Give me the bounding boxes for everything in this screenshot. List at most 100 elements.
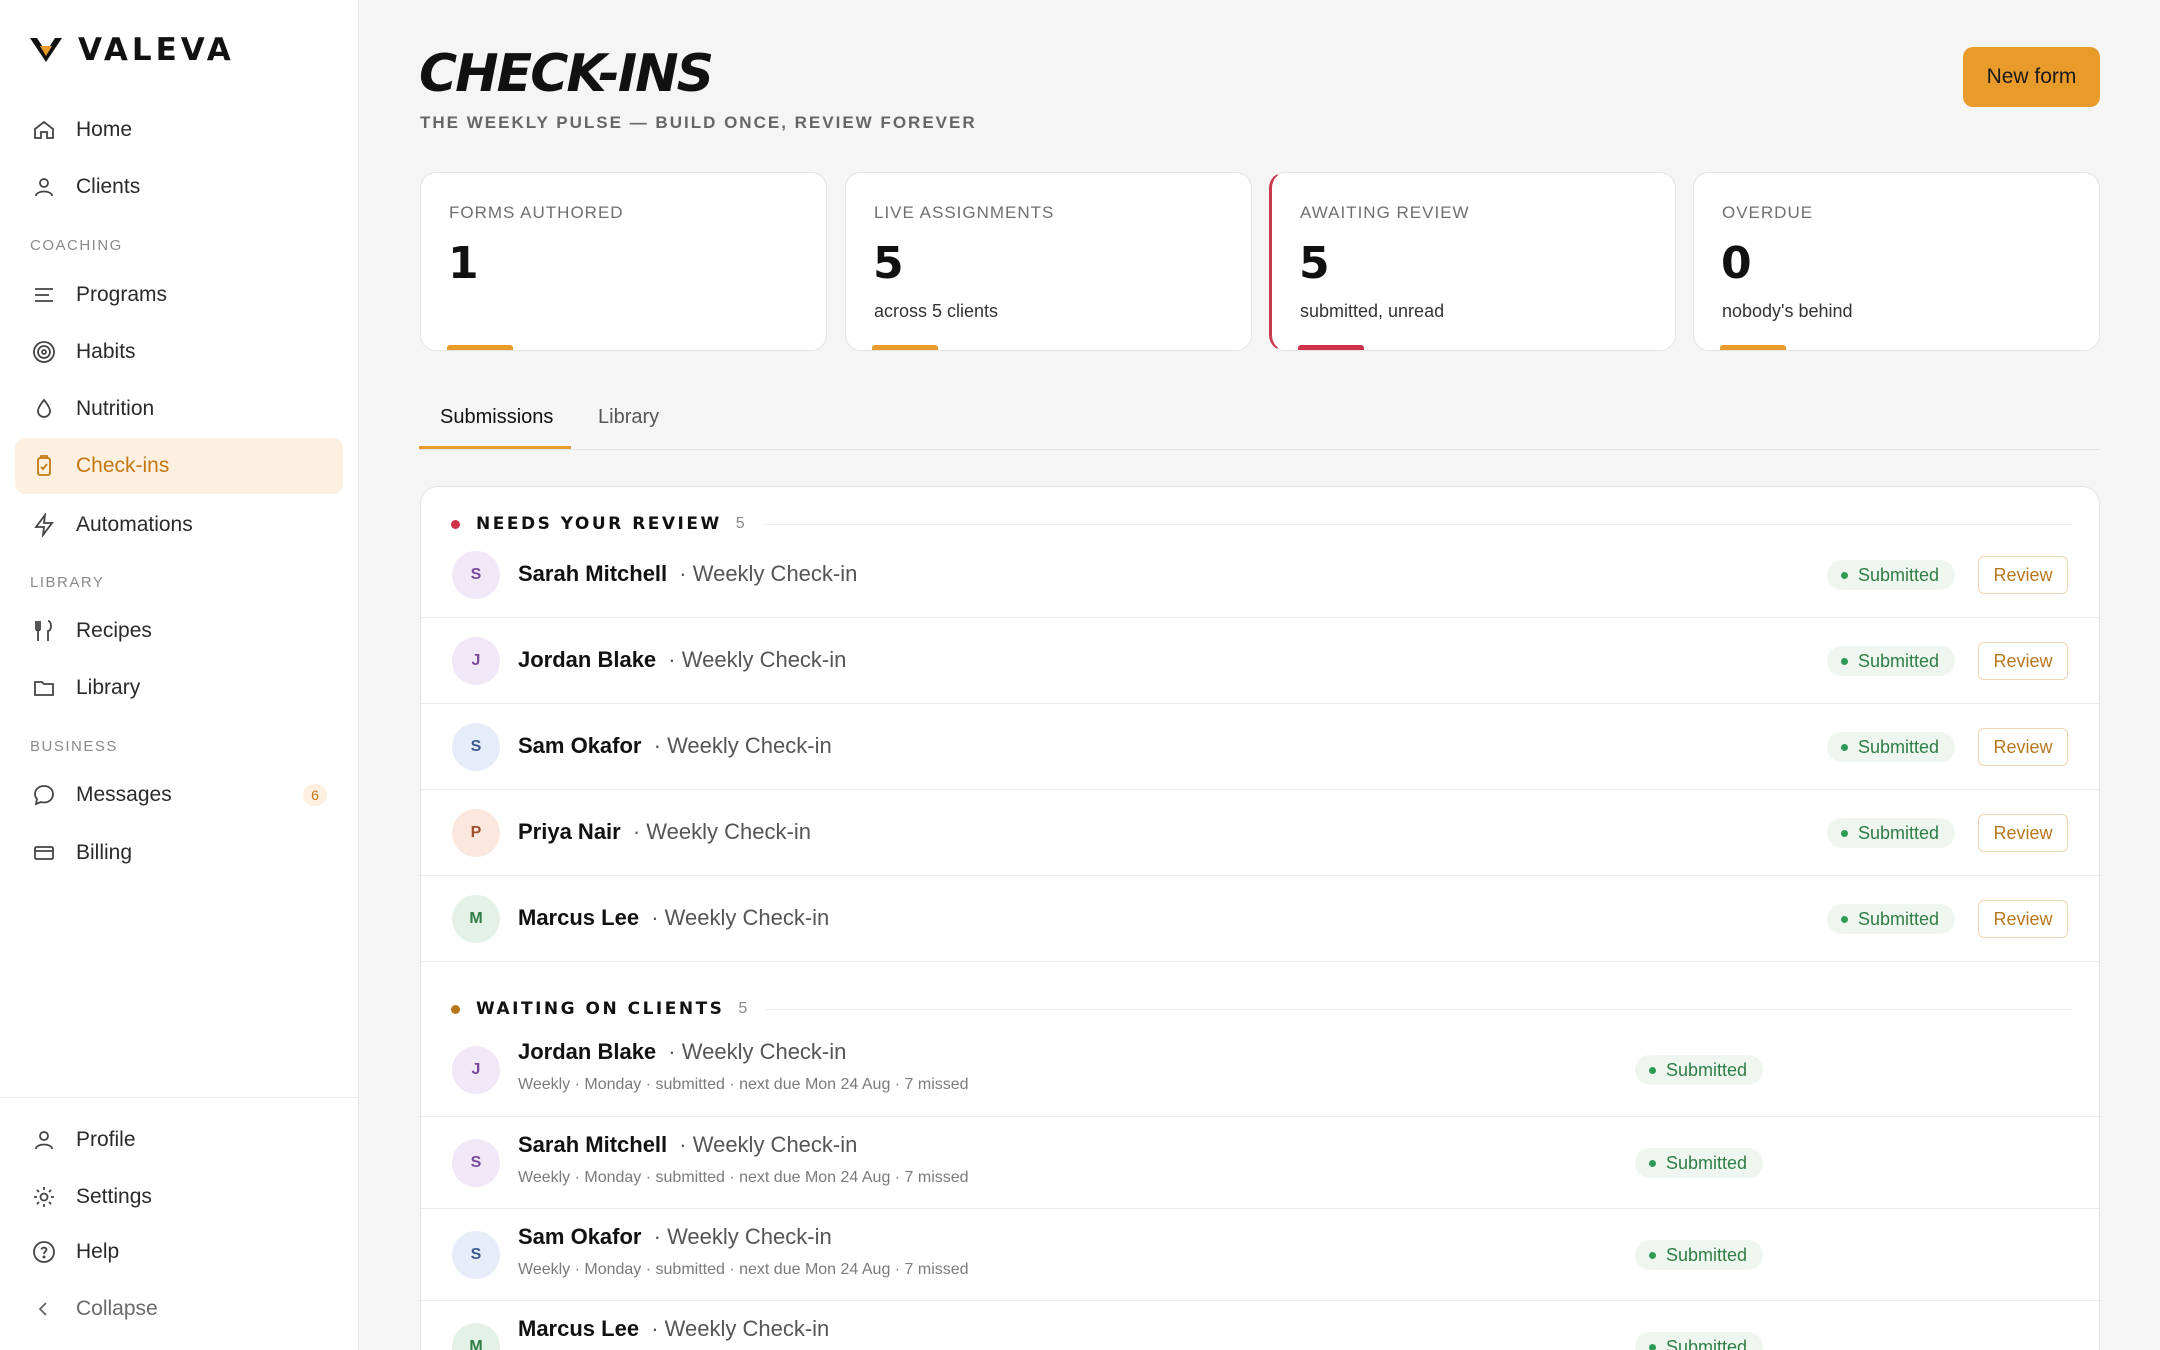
review-button[interactable]: Review <box>1978 900 2068 938</box>
form-name: · Weekly Check-in <box>679 561 858 586</box>
row-title: Sarah Mitchell · Weekly Check-in <box>518 561 857 587</box>
sidebar-item-messages[interactable]: Messages 6 <box>15 767 343 823</box>
stat-value: 5 <box>873 238 904 289</box>
status-dot <box>1649 1066 1656 1074</box>
status-badge: Submitted <box>1635 1332 1764 1350</box>
stat-label: FORMS AUTHORED <box>449 203 624 222</box>
chevron-left-icon <box>31 1296 57 1322</box>
client-name[interactable]: Jordan Blake <box>518 1039 656 1064</box>
status-badge: Submitted <box>1635 1055 1764 1085</box>
review-row[interactable]: S Sam Okafor · Weekly Check-in Submitted… <box>421 704 2099 790</box>
clipboard-check-icon <box>31 453 57 479</box>
review-button[interactable]: Review <box>1978 728 2068 766</box>
utensils-icon <box>31 618 57 644</box>
stat-card-forms-authored: FORMS AUTHORED 1 <box>420 172 827 351</box>
brand-logo[interactable]: VALEVA <box>28 32 235 68</box>
client-name[interactable]: Priya Nair <box>518 819 621 844</box>
status-dot <box>1649 1159 1656 1167</box>
row-title: Priya Nair · Weekly Check-in <box>518 819 811 845</box>
form-name: · Weekly Check-in <box>653 1224 832 1249</box>
client-name[interactable]: Sam Okafor <box>518 733 642 758</box>
client-name[interactable]: Jordan Blake <box>518 647 656 672</box>
lightning-icon <box>31 512 57 538</box>
client-name[interactable]: Marcus Lee <box>518 1316 639 1341</box>
credit-card-icon <box>31 840 57 866</box>
stat-label: OVERDUE <box>1722 203 1814 222</box>
sidebar-item-clients[interactable]: Clients <box>15 159 343 215</box>
sidebar-item-settings[interactable]: Settings <box>15 1169 343 1225</box>
sidebar-item-nutrition[interactable]: Nutrition <box>15 381 343 437</box>
user-icon <box>31 174 57 200</box>
review-row[interactable]: P Priya Nair · Weekly Check-in Submitted… <box>421 790 2099 876</box>
sidebar-item-label: Profile <box>76 1128 136 1151</box>
tab-bar: Submissions Library <box>419 388 2100 450</box>
review-button[interactable]: Review <box>1978 642 2068 680</box>
avatar: M <box>452 895 500 943</box>
avatar: J <box>452 637 500 685</box>
status-badge: Submitted <box>1827 646 1956 676</box>
review-row[interactable]: S Sarah Mitchell · Weekly Check-in Submi… <box>421 532 2099 618</box>
review-row[interactable]: M Marcus Lee · Weekly Check-in Submitted… <box>421 876 2099 962</box>
group-title: WAITING ON CLIENTS <box>476 999 725 1019</box>
waiting-row[interactable]: J Jordan Blake · Weekly Check-in Weekly … <box>421 1024 2099 1117</box>
client-name[interactable]: Sam Okafor <box>518 1224 642 1249</box>
sidebar-item-profile[interactable]: Profile <box>15 1112 343 1168</box>
row-title: Jordan Blake · Weekly Check-in <box>518 647 846 673</box>
group-count: 5 <box>735 515 745 532</box>
client-name[interactable]: Marcus Lee <box>518 905 639 930</box>
review-button[interactable]: Review <box>1978 556 2068 594</box>
status-dot <box>451 1004 460 1014</box>
sidebar-item-automations[interactable]: Automations <box>15 497 343 553</box>
active-tab-indicator <box>419 446 571 449</box>
avatar: P <box>452 809 500 857</box>
sidebar-item-check-ins[interactable]: Check-ins <box>15 438 343 494</box>
sidebar-item-home[interactable]: Home <box>15 102 343 158</box>
droplet-icon <box>31 396 57 422</box>
review-button[interactable]: Review <box>1978 814 2068 852</box>
client-name[interactable]: Sarah Mitchell <box>518 561 667 586</box>
form-name: · Weekly Check-in <box>651 1316 830 1341</box>
status-label: Submitted <box>1858 736 1940 757</box>
sidebar-collapse-button[interactable]: Collapse <box>15 1281 343 1337</box>
schedule-meta: Weekly · Monday · submitted · next due M… <box>518 1169 969 1186</box>
page-subtitle: THE WEEKLY PULSE — BUILD ONCE, REVIEW FO… <box>420 113 977 132</box>
user-icon <box>31 1127 57 1153</box>
review-row[interactable]: J Jordan Blake · Weekly Check-in Submitt… <box>421 618 2099 704</box>
sidebar-item-label: Messages <box>76 783 172 806</box>
stat-value: 1 <box>448 238 479 289</box>
waiting-row[interactable]: S Sam Okafor · Weekly Check-in Weekly · … <box>421 1209 2099 1301</box>
sidebar-item-label: Library <box>76 676 141 699</box>
schedule-meta: Weekly · Monday · submitted · next due M… <box>518 1076 969 1093</box>
avatar: S <box>452 723 500 771</box>
tab-library[interactable]: Library <box>598 406 659 429</box>
needs-review-header: NEEDS YOUR REVIEW 5 <box>451 514 2071 534</box>
sidebar-divider <box>0 1097 359 1098</box>
avatar: M <box>452 1323 500 1350</box>
sidebar-item-billing[interactable]: Billing <box>15 825 343 881</box>
status-dot <box>451 519 460 529</box>
new-form-button[interactable]: New form <box>1963 47 2100 107</box>
waiting-row[interactable]: S Sarah Mitchell · Weekly Check-in Weekl… <box>421 1117 2099 1209</box>
status-badge: Submitted <box>1827 904 1956 934</box>
form-name: · Weekly Check-in <box>668 1039 847 1064</box>
sidebar-item-programs[interactable]: Programs <box>15 267 343 323</box>
lines-icon <box>31 282 57 308</box>
status-label: Submitted <box>1858 908 1940 929</box>
sidebar-item-habits[interactable]: Habits <box>15 324 343 380</box>
stat-card-awaiting-review: AWAITING REVIEW 5 submitted, unread <box>1269 172 1676 351</box>
sidebar-item-library[interactable]: Library <box>15 660 343 716</box>
sidebar-item-label: Nutrition <box>76 397 155 420</box>
waiting-row[interactable]: M Marcus Lee · Weekly Check-in Submitted <box>421 1301 2099 1350</box>
folder-icon <box>31 675 57 701</box>
sidebar-item-label: Programs <box>76 283 168 306</box>
avatar: S <box>452 1231 500 1279</box>
sidebar-item-help[interactable]: Help <box>15 1224 343 1280</box>
sidebar-item-label: Home <box>76 118 133 141</box>
sidebar-item-label: Automations <box>76 513 193 536</box>
chat-bubble-icon <box>31 782 57 808</box>
status-badge: Submitted <box>1827 560 1956 590</box>
sidebar-item-recipes[interactable]: Recipes <box>15 603 343 659</box>
tab-submissions[interactable]: Submissions <box>440 406 553 429</box>
status-badge: Submitted <box>1635 1240 1764 1270</box>
client-name[interactable]: Sarah Mitchell <box>518 1132 667 1157</box>
